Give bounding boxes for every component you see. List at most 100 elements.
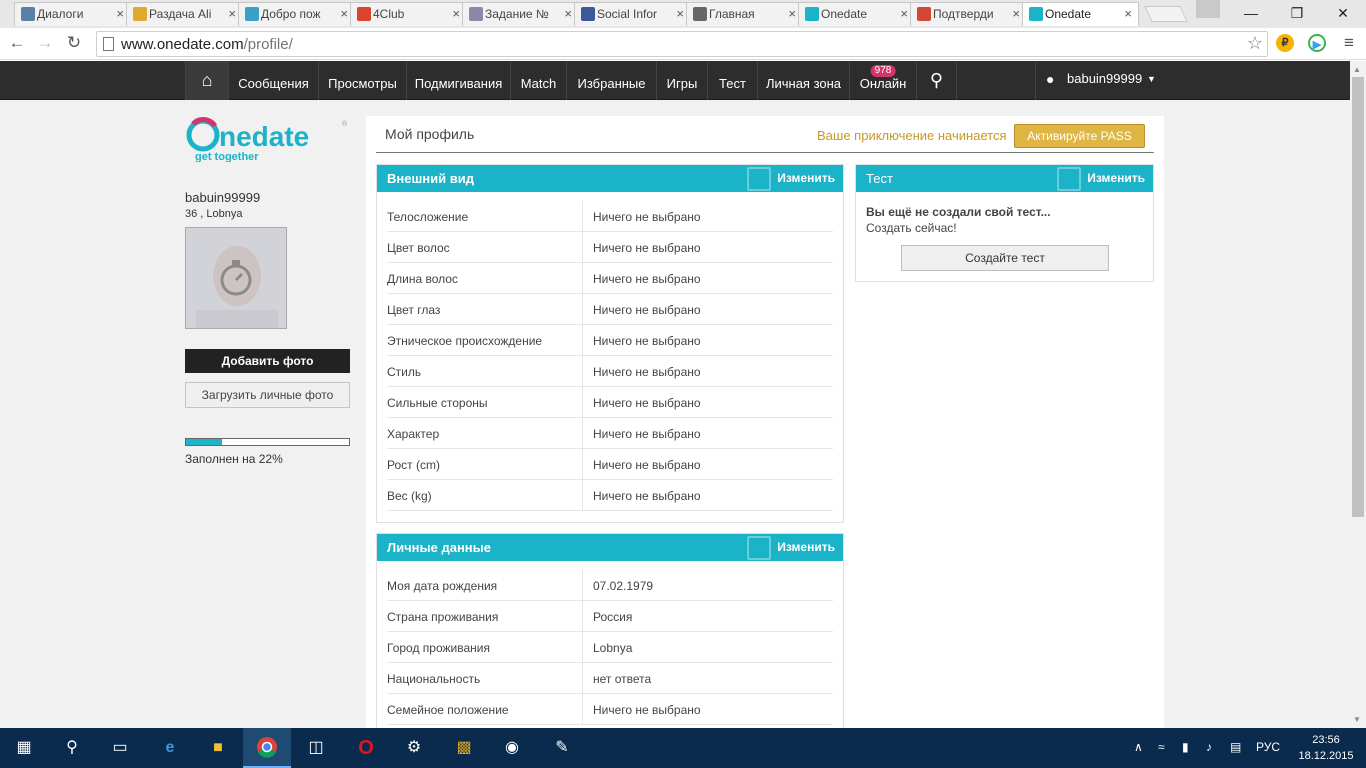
new-tab-button[interactable] [1144, 6, 1188, 22]
tab-close-icon[interactable]: × [676, 3, 684, 25]
browser-tab[interactable]: Подтверди × [910, 2, 1027, 26]
row-value: Россия [593, 610, 633, 624]
bookmark-star-icon[interactable]: ☆ [1247, 33, 1263, 54]
search-icon[interactable]: ⚲ [916, 61, 957, 100]
checkmark-icon [1057, 167, 1081, 191]
page-scrollbar[interactable]: ▲ ▼ [1350, 61, 1366, 728]
tab-close-icon[interactable]: × [900, 3, 908, 25]
tab-favicon-icon [133, 7, 147, 21]
tab-favicon-icon [245, 7, 259, 21]
row-label: Цвет волос [387, 241, 450, 255]
paint-icon[interactable]: ✎ [550, 736, 574, 760]
online-count-badge: 978 [870, 65, 896, 77]
table-row: Рост (cm) Ничего не выбрано [387, 449, 833, 480]
store-icon[interactable]: ◫ [304, 736, 328, 760]
nav-private-zone[interactable]: Личная зона [757, 61, 849, 100]
tab-close-icon[interactable]: × [788, 3, 796, 25]
nav-winks[interactable]: Подмигивания [406, 61, 510, 100]
browser-tab[interactable]: Onedate × [798, 2, 915, 26]
avatar[interactable] [185, 227, 287, 329]
restore-icon[interactable]: ❐ [1274, 0, 1320, 28]
row-value: Ничего не выбрано [593, 241, 701, 255]
onedate-logo[interactable]: nedate get together ® [185, 116, 350, 162]
user-menu[interactable]: ● babuin99999 ▼ [1035, 61, 1165, 100]
notifications-icon[interactable]: ▤ [1230, 740, 1241, 754]
task-view-icon[interactable]: ▭ [108, 736, 132, 760]
battery-icon[interactable]: ▮ [1182, 740, 1189, 754]
play-extension-icon[interactable]: ▶ [1308, 34, 1326, 52]
scrollbar-thumb[interactable] [1352, 77, 1364, 517]
upload-private-photos-button[interactable]: Загрузить личные фото [185, 382, 350, 408]
nav-online[interactable]: 978 Онлайн [849, 61, 916, 100]
language-indicator[interactable]: РУС [1256, 740, 1280, 754]
opera-icon[interactable]: O [354, 736, 378, 760]
browser-tab[interactable]: Задание № × [462, 2, 579, 26]
forward-arrow-icon[interactable]: → [34, 32, 56, 54]
tab-close-icon[interactable]: × [228, 3, 236, 25]
app-icon[interactable]: ▩ [452, 736, 476, 760]
chrome-icon[interactable] [255, 736, 279, 760]
add-photo-button[interactable]: Добавить фото [185, 349, 350, 373]
tab-close-icon[interactable]: × [116, 3, 124, 25]
minimize-icon[interactable]: — [1228, 0, 1274, 28]
personal-edit-link[interactable]: Изменить [777, 540, 835, 554]
file-explorer-icon[interactable]: ■ [206, 736, 230, 760]
nav-views[interactable]: Просмотры [318, 61, 406, 100]
browser-tab[interactable]: Добро пож × [238, 2, 355, 26]
tab-close-icon[interactable]: × [1124, 3, 1132, 25]
tab-close-icon[interactable]: × [564, 3, 572, 25]
nav-favorites[interactable]: Избранные [566, 61, 656, 100]
row-divider [582, 356, 583, 387]
scroll-down-icon[interactable]: ▼ [1353, 715, 1361, 724]
home-icon[interactable]: ⌂ [185, 61, 228, 100]
edge-browser-icon[interactable]: e [158, 736, 182, 760]
tab-favicon-icon [693, 7, 707, 21]
close-window-icon[interactable]: ✕ [1320, 0, 1366, 28]
tab-close-icon[interactable]: × [1012, 3, 1020, 25]
tab-label: Social Infor [597, 7, 658, 21]
activate-pass-button[interactable]: Активируйте PASS [1014, 124, 1145, 148]
tab-close-icon[interactable]: × [452, 3, 460, 25]
browser-tab[interactable]: Раздача Ali × [126, 2, 243, 26]
browser-tab[interactable]: Onedate × [1022, 2, 1139, 26]
back-arrow-icon[interactable]: ← [6, 32, 28, 54]
row-divider [582, 601, 583, 632]
reload-icon[interactable]: ↻ [63, 32, 85, 54]
browser-toolbar: ← → ↻ www.onedate.com/profile/ ☆ ₽ ▶ ≡ [0, 28, 1366, 60]
browser-tab[interactable]: Главная × [686, 2, 803, 26]
address-bar[interactable]: www.onedate.com/profile/ ☆ [96, 31, 1268, 57]
steam-icon[interactable]: ⚙ [402, 736, 426, 760]
person-icon [747, 167, 771, 191]
browser-tabstrip: Диалоги × Раздача Ali × Добро пож × 4Club × Зада… [0, 0, 1366, 28]
search-icon[interactable]: ⚲ [60, 736, 84, 760]
table-row: Характер Ничего не выбрано [387, 418, 833, 449]
network-icon[interactable]: ≈ [1158, 740, 1165, 754]
nav-test[interactable]: Тест [707, 61, 757, 100]
svg-text:get together: get together [195, 151, 259, 162]
browser-profile-icon[interactable] [1196, 0, 1220, 18]
row-divider [582, 263, 583, 294]
scroll-up-icon[interactable]: ▲ [1353, 65, 1361, 74]
create-test-button[interactable]: Создайте тест [901, 245, 1109, 271]
test-edit-link[interactable]: Изменить [1087, 171, 1145, 185]
browser-tab[interactable]: Диалоги × [14, 2, 131, 26]
browser-tab[interactable]: 4Club × [350, 2, 467, 26]
windows-start-icon[interactable]: ▦ [12, 736, 36, 760]
browser-tab[interactable]: Social Infor × [574, 2, 691, 26]
system-clock[interactable]: 23:56 18.12.2015 [1296, 732, 1356, 764]
appearance-edit-link[interactable]: Изменить [777, 171, 835, 185]
table-row: Цвет волос Ничего не выбрано [387, 232, 833, 263]
nav-messages[interactable]: Сообщения [228, 61, 318, 100]
tab-label: Диалоги [37, 7, 84, 21]
tab-close-icon[interactable]: × [340, 3, 348, 25]
tab-label: Подтверди [933, 7, 994, 21]
nav-match[interactable]: Match [510, 61, 566, 100]
ruble-extension-icon[interactable]: ₽ [1276, 34, 1294, 52]
game-icon[interactable]: ◉ [500, 736, 524, 760]
menu-icon[interactable]: ≡ [1338, 32, 1360, 54]
tray-expand-icon[interactable]: ∧ [1134, 740, 1143, 754]
volume-icon[interactable]: ♪ [1206, 740, 1212, 754]
table-row: Вес (kg) Ничего не выбрано [387, 480, 833, 511]
profile-progress-label: Заполнен на 22% [185, 452, 283, 466]
nav-games[interactable]: Игры [656, 61, 707, 100]
